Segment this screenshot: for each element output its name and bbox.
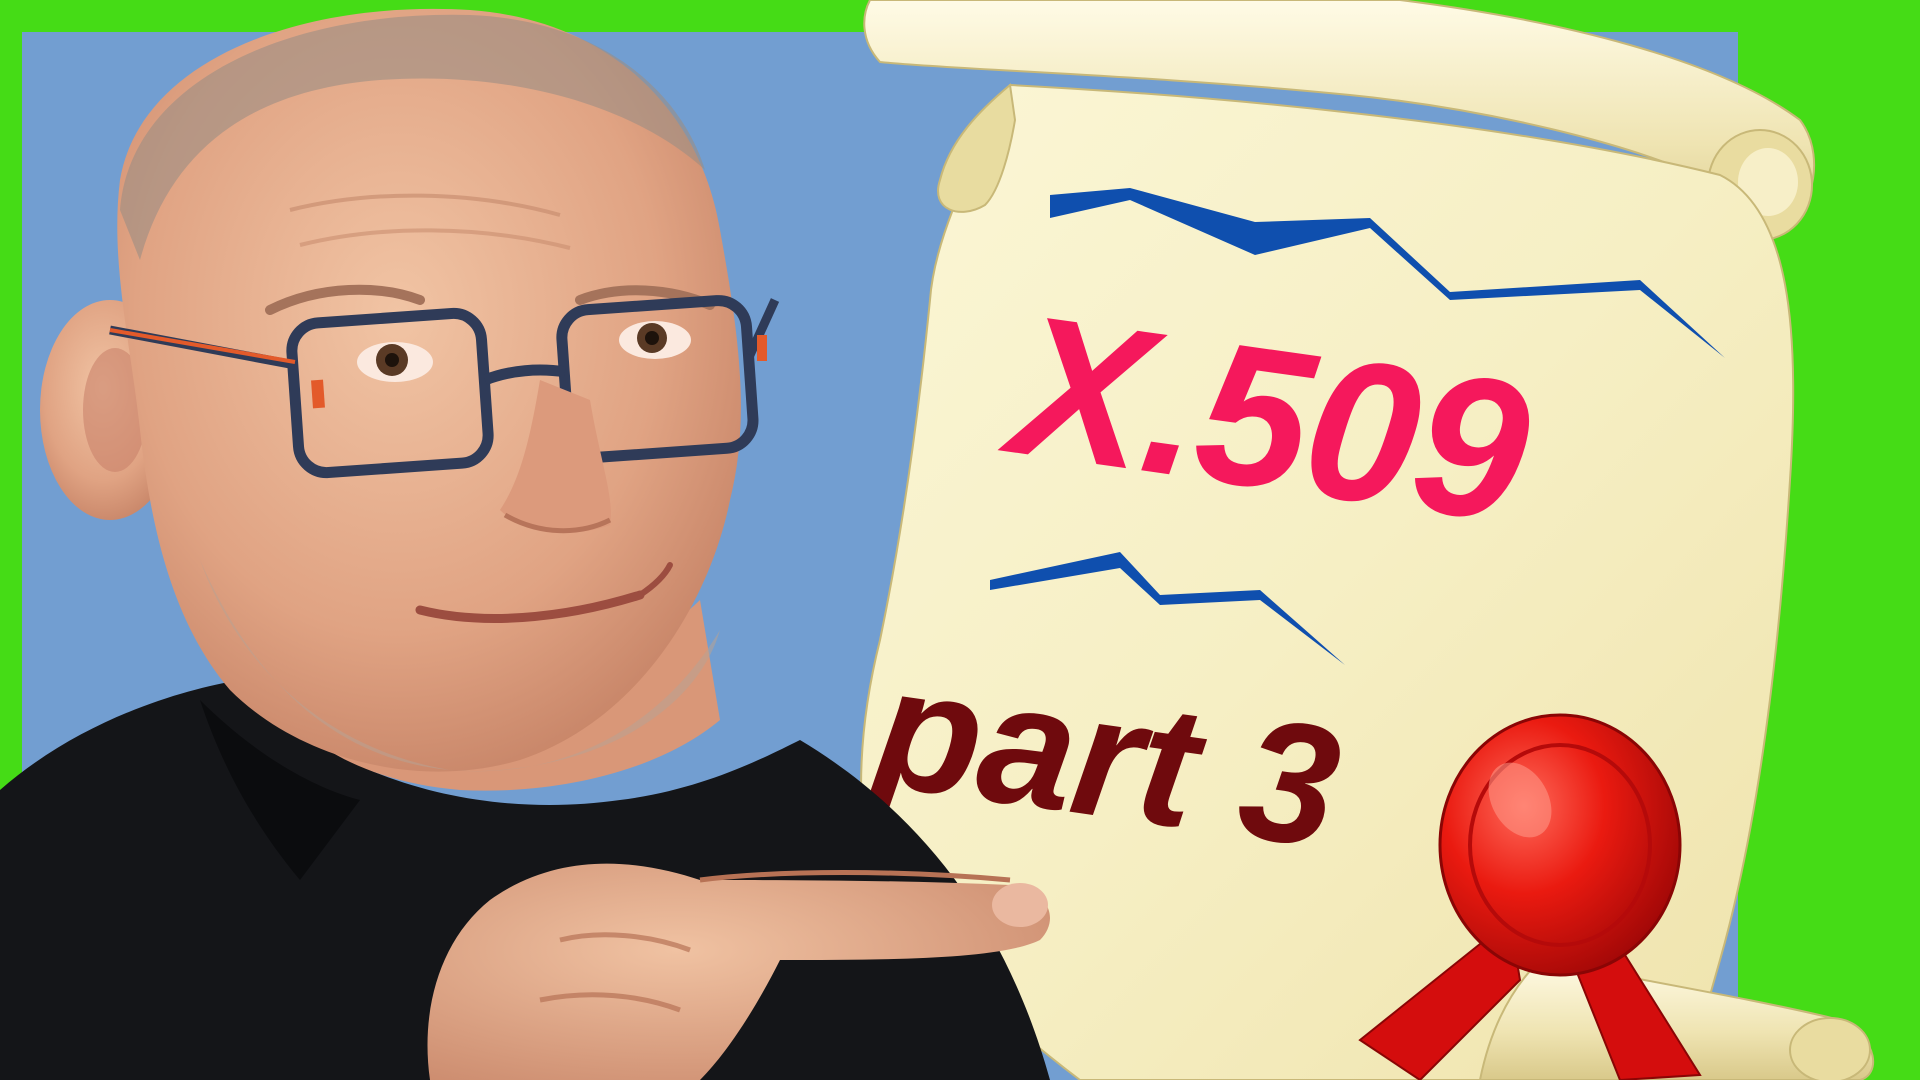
thumbnail-stage: X.509 part 3 [0, 0, 1920, 1080]
presenter-photo [0, 8, 1050, 1080]
